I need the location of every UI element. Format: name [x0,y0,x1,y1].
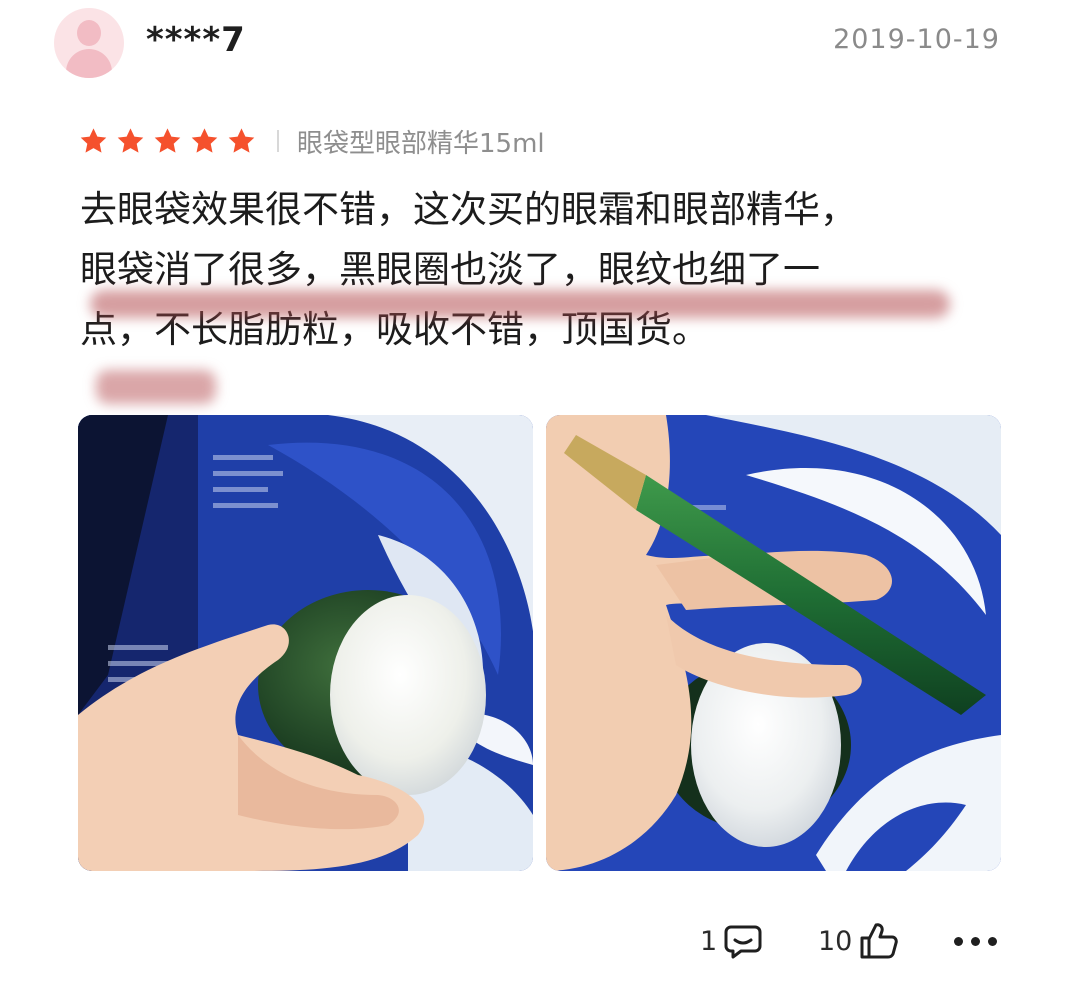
review-line: 去眼袋效果很不错，这次买的眼霜和眼部精华， [80,188,857,231]
username[interactable]: ****7 [146,20,246,60]
comment-icon [724,925,762,959]
more-dot [988,936,997,946]
star-icon [154,127,181,153]
review-date: 2019-10-19 [833,24,1000,55]
photo-illustration [78,415,533,871]
star-icon [228,127,255,153]
photo-illustration [546,415,1001,871]
more-dot [971,936,980,946]
rating-row: 眼袋型眼部精华15ml [78,124,545,159]
comment-action[interactable]: 1 [700,916,763,966]
star-icon [80,127,107,153]
highlight-smudge [96,370,216,404]
like-count: 10 [818,925,853,957]
jar-in-hand-photo[interactable] [78,415,533,871]
more-icon [950,936,1001,946]
product-variant: 眼袋型眼部精华15ml [297,128,545,159]
thumbs-up-icon [860,923,899,959]
avatar-head-shape [77,20,101,46]
comment-count: 1 [700,925,718,957]
highlight-smudge [90,290,950,318]
star-icon [191,127,218,153]
like-action[interactable]: 10 [818,916,900,966]
more-dot [954,936,963,946]
star-icon [117,127,144,153]
jar-and-tube-photo[interactable] [546,415,1001,871]
divider [277,130,279,152]
avatar-body-shape [66,49,112,78]
star-rating [78,126,257,157]
review-text: 去眼袋效果很不错，这次买的眼霜和眼部精华， 眼袋消了很多，黑眼圈也淡了，眼纹也细… [80,180,1010,360]
avatar[interactable] [54,8,124,78]
more-options-button[interactable] [950,916,1001,966]
